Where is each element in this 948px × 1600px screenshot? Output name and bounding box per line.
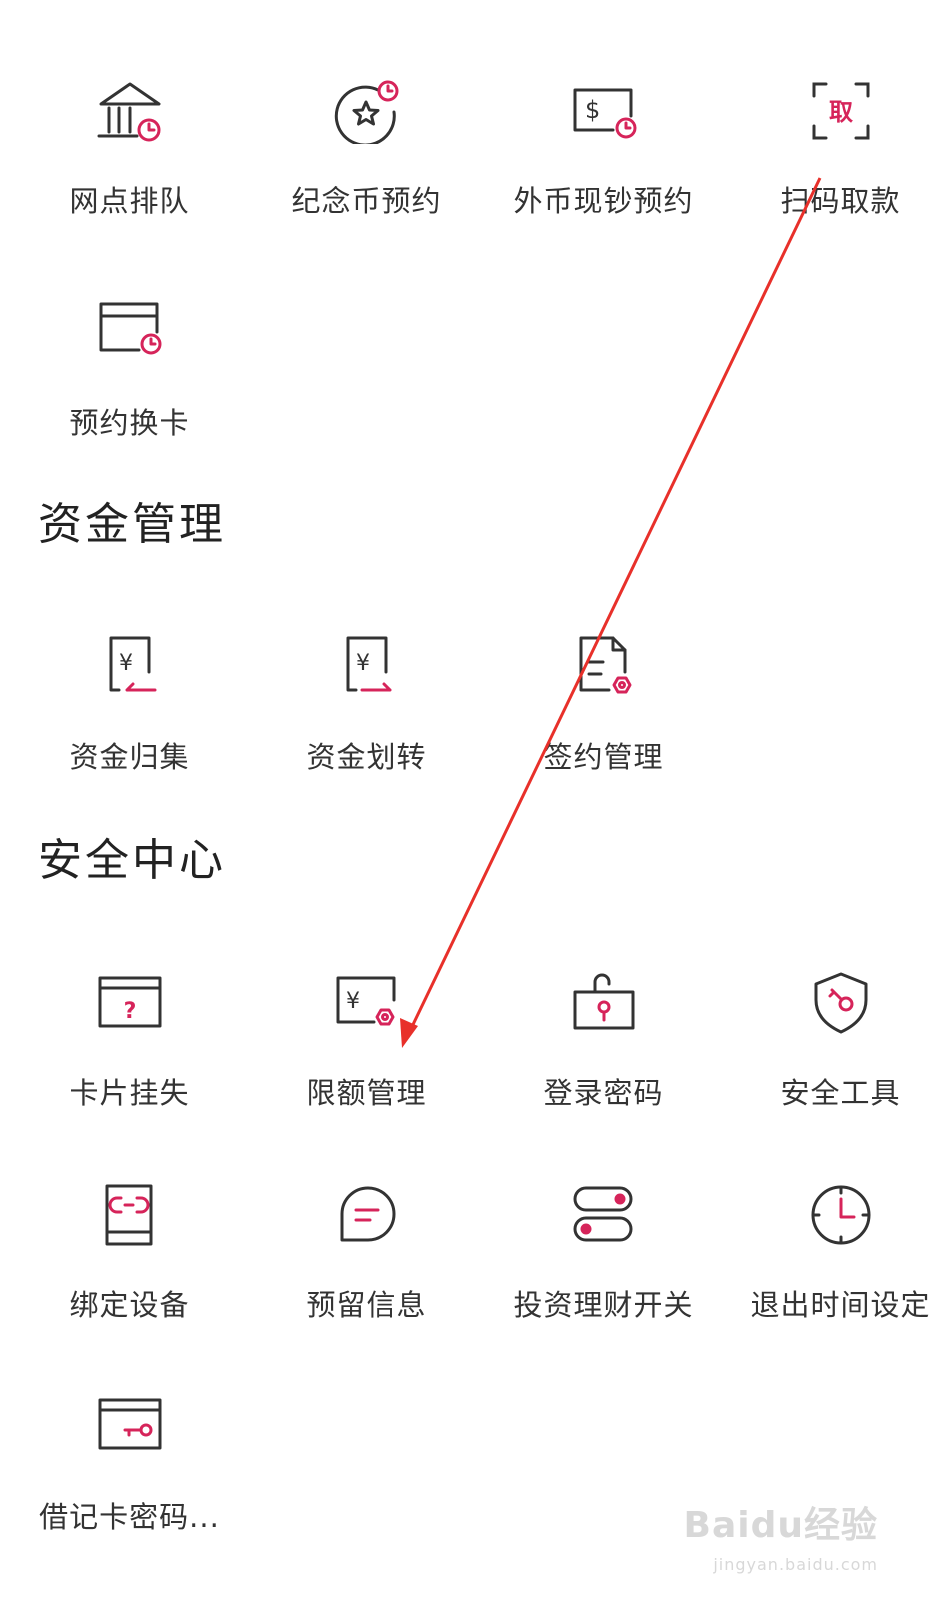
watermark-brand: Baidu经验 xyxy=(683,1505,878,1546)
fund-collect-tile[interactable]: ¥ 资金归集 xyxy=(11,556,248,774)
commemorative-coin-tile[interactable]: 纪念币预约 xyxy=(248,0,485,218)
lock-icon xyxy=(571,970,637,1036)
foreign-cash-tile[interactable]: $ 外币现钞预约 xyxy=(485,0,722,218)
login-password-tile[interactable]: 登录密码 xyxy=(485,892,722,1110)
card-key-icon xyxy=(97,1394,163,1460)
shield-key-icon xyxy=(808,970,874,1036)
card-replace-tile[interactable]: 预约换卡 xyxy=(11,222,248,440)
bank-clock-icon xyxy=(97,78,163,144)
debit-card-password-tile[interactable]: 借记卡密码... xyxy=(11,1316,248,1534)
fund-transfer-tile[interactable]: ¥ 资金划转 xyxy=(248,556,485,774)
contract-manage-label: 签约管理 xyxy=(543,740,664,774)
scan-withdraw-label: 扫码取款 xyxy=(780,184,901,218)
card-clock-icon xyxy=(97,300,163,366)
logout-time-tile[interactable]: 退出时间设定 xyxy=(722,1104,948,1322)
contract-manage-tile[interactable]: 签约管理 xyxy=(485,556,722,774)
card-question-icon: ? xyxy=(97,970,163,1036)
bind-device-tile[interactable]: 绑定设备 xyxy=(11,1104,248,1322)
svg-text:¥: ¥ xyxy=(346,989,360,1014)
logout-time-label: 退出时间设定 xyxy=(750,1288,931,1322)
investment-switch-label: 投资理财开关 xyxy=(513,1288,694,1322)
queue-tile[interactable]: 网点排队 xyxy=(11,0,248,218)
phone-link-icon xyxy=(97,1182,163,1248)
svg-text:$: $ xyxy=(585,96,600,124)
scan-withdraw-icon: 取 xyxy=(808,78,874,144)
fund-transfer-icon: ¥ xyxy=(334,634,400,700)
scan-withdraw-tile[interactable]: 取 扫码取款 xyxy=(722,0,948,218)
commemorative-coin-label: 纪念币预约 xyxy=(291,184,442,218)
funds-section-title: 资金管理 xyxy=(38,499,226,550)
fund-transfer-label: 资金划转 xyxy=(306,740,427,774)
scan-badge-text: 取 xyxy=(829,98,853,126)
watermark-url: jingyan.baidu.com xyxy=(713,1555,878,1574)
svg-text:¥: ¥ xyxy=(356,651,370,676)
fund-collect-icon: ¥ xyxy=(97,634,163,700)
svg-text:¥: ¥ xyxy=(119,651,133,676)
foreign-cash-label: 外币现钞预约 xyxy=(513,184,694,218)
message-icon xyxy=(334,1182,400,1248)
fund-collect-label: 资金归集 xyxy=(69,740,190,774)
limit-settings-icon: ¥ xyxy=(334,970,400,1036)
toggle-icon xyxy=(571,1182,637,1248)
investment-switch-tile[interactable]: 投资理财开关 xyxy=(485,1104,722,1322)
coin-star-icon xyxy=(334,78,400,144)
security-tools-tile[interactable]: 安全工具 xyxy=(722,892,948,1110)
dollar-bill-icon: $ xyxy=(571,78,637,144)
clock-icon xyxy=(808,1182,874,1248)
contract-settings-icon xyxy=(571,634,637,700)
debit-card-password-label: 借记卡密码... xyxy=(39,1500,220,1534)
card-replace-label: 预约换卡 xyxy=(69,406,190,440)
reserved-info-label: 预留信息 xyxy=(306,1288,427,1322)
security-section-title: 安全中心 xyxy=(38,835,226,886)
card-loss-tile[interactable]: ? 卡片挂失 xyxy=(11,892,248,1110)
svg-text:?: ? xyxy=(124,999,137,1024)
reserved-info-tile[interactable]: 预留信息 xyxy=(248,1104,485,1322)
limit-manage-tile[interactable]: ¥ 限额管理 xyxy=(248,892,485,1110)
queue-label: 网点排队 xyxy=(69,184,190,218)
